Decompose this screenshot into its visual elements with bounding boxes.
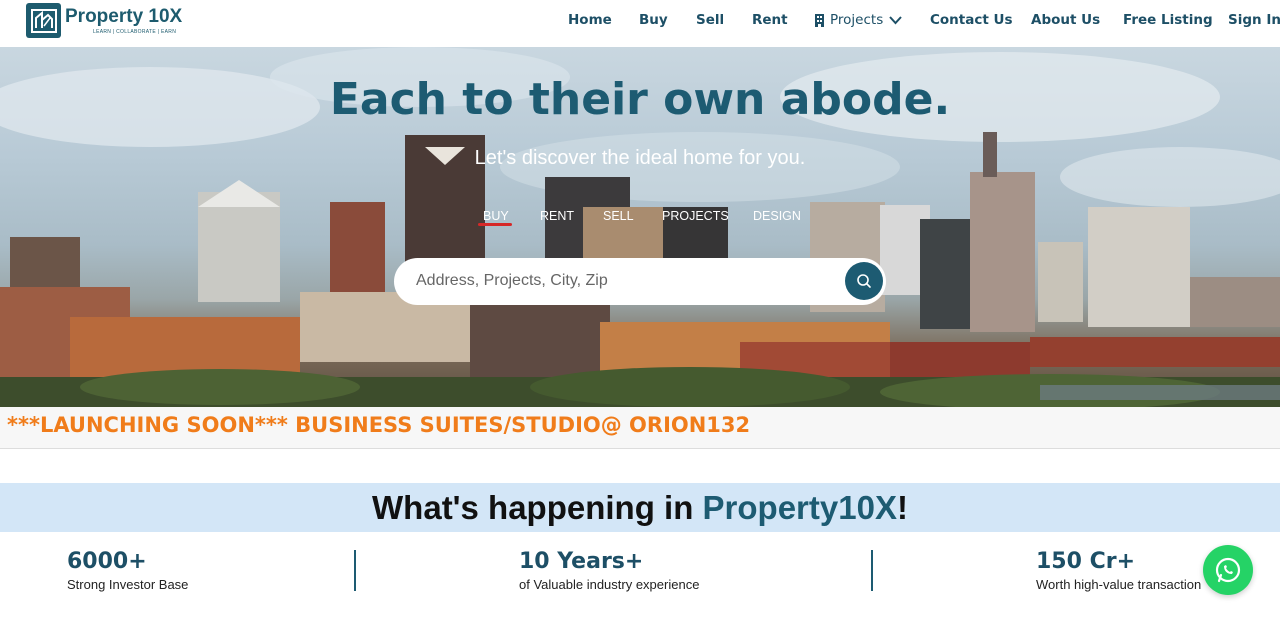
- hero-title: Each to their own abode.: [329, 74, 951, 125]
- happening-title: What's happening in Property10X!: [372, 489, 908, 526]
- search-bar: [394, 258, 886, 305]
- stat-transactions: 150 Cr+ Worth high-value transaction: [1036, 549, 1201, 592]
- stat-experience: 10 Years+ of Valuable industry experienc…: [519, 549, 699, 592]
- whatsapp-icon: [1215, 557, 1241, 583]
- happening-banner: What's happening in Property10X!: [0, 483, 1280, 532]
- stat-value: 10 Years+: [519, 549, 644, 574]
- building-icon: [815, 13, 824, 27]
- stat-value: 6000+: [67, 549, 147, 574]
- stats-section: 6000+ Strong Investor Base 10 Years+ of …: [0, 532, 1280, 622]
- stat-divider: [354, 550, 356, 591]
- stat-label: Worth high-value transaction: [1036, 577, 1202, 592]
- happening-suffix: !: [896, 489, 908, 526]
- stat-label: Strong Investor Base: [67, 577, 189, 592]
- nav-about-us[interactable]: About Us: [1031, 12, 1100, 28]
- nav-free-listing[interactable]: Free Listing: [1123, 12, 1213, 28]
- nav-rent[interactable]: Rent: [752, 12, 788, 28]
- nav-projects[interactable]: Projects: [814, 12, 902, 28]
- nav-buy[interactable]: Buy: [639, 12, 668, 28]
- house-logo-icon: [26, 3, 61, 38]
- search-icon: [857, 274, 871, 288]
- announcement-bar: ***LAUNCHING SOON*** BUSINESS SUITES/STU…: [0, 407, 1280, 449]
- logo-tagline: LEARN | COLLABORATE | EARN: [93, 28, 177, 35]
- search-button[interactable]: [845, 262, 883, 300]
- announcement-text[interactable]: ***LAUNCHING SOON*** BUSINESS SUITES/STU…: [7, 413, 750, 437]
- nav-projects-label: Projects: [830, 12, 884, 28]
- happening-brand: Property10X: [702, 489, 897, 526]
- site-logo[interactable]: Property 10X LEARN | COLLABORATE | EARN: [26, 3, 182, 38]
- nav-contact-us[interactable]: Contact Us: [930, 12, 1013, 28]
- tab-buy[interactable]: BUY: [483, 209, 509, 223]
- nav-sell[interactable]: Sell: [696, 12, 724, 28]
- chevron-down-icon: [889, 15, 902, 24]
- tab-rent[interactable]: RENT: [540, 209, 574, 223]
- stat-value: 150 Cr+: [1036, 549, 1136, 574]
- tab-design[interactable]: DESIGN: [753, 209, 801, 223]
- stat-label: of Valuable industry experience: [519, 577, 700, 592]
- nav-sign-in[interactable]: Sign In: [1228, 12, 1280, 28]
- active-tab-indicator: [478, 223, 512, 226]
- search-input[interactable]: [416, 268, 836, 294]
- tab-projects[interactable]: PROJECTS: [662, 209, 729, 223]
- happening-prefix: What's happening in: [372, 489, 703, 526]
- whatsapp-chat-button[interactable]: [1203, 545, 1253, 595]
- hero-subtitle: Let's discover the ideal home for you.: [474, 147, 806, 169]
- tab-sell[interactable]: SELL: [603, 209, 634, 223]
- logo-name: Property 10X: [65, 5, 183, 27]
- stat-investors: 6000+ Strong Investor Base: [67, 549, 188, 592]
- nav-home[interactable]: Home: [568, 12, 612, 28]
- search-tabs: BUY RENT SELL PROJECTS DESIGN: [0, 209, 1280, 233]
- stat-divider: [871, 550, 873, 591]
- hero-banner: Each to their own abode. Let's discover …: [0, 47, 1280, 407]
- site-header: Property 10X LEARN | COLLABORATE | EARN …: [0, 0, 1280, 47]
